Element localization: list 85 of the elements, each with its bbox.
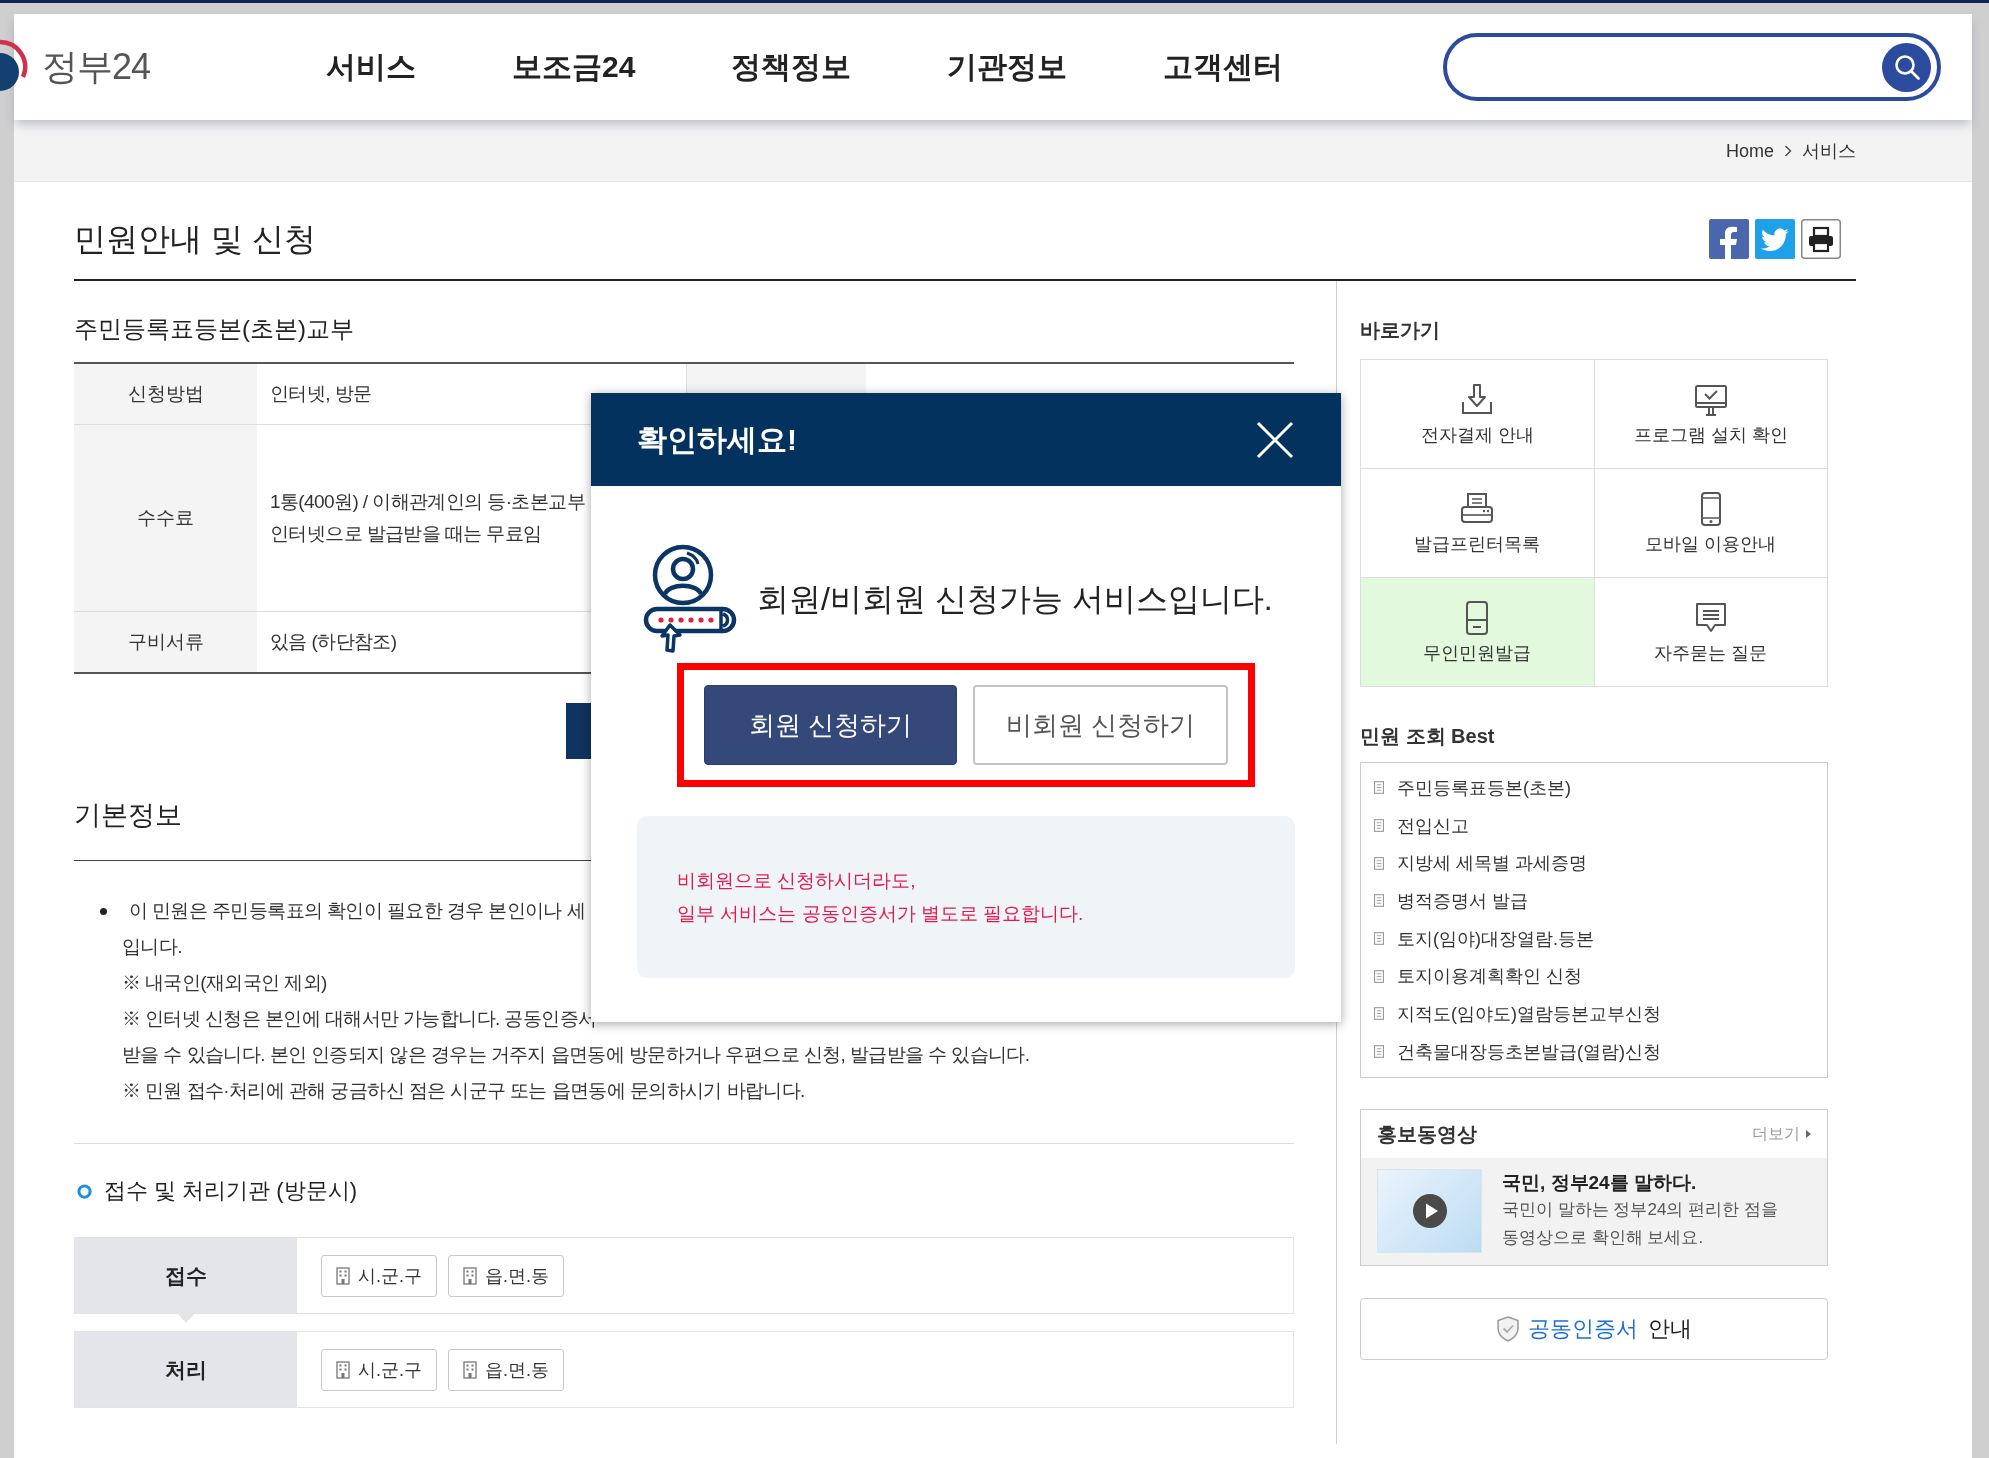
document-icon bbox=[1374, 932, 1384, 946]
quick-link[interactable]: 발급프린터목록 bbox=[1361, 469, 1594, 577]
info-text: 입니다. bbox=[122, 935, 182, 959]
office-button[interactable]: 시.군.구 bbox=[321, 1254, 437, 1297]
building-icon bbox=[336, 1360, 350, 1379]
list-link[interactable]: 병적증명서 발급 bbox=[1361, 882, 1827, 920]
office-button[interactable]: 읍.면.동 bbox=[448, 1348, 565, 1391]
document-icon bbox=[1374, 969, 1384, 983]
building-icon bbox=[336, 1266, 350, 1285]
table-label-cell: 처리 bbox=[75, 1332, 297, 1407]
notice-text: 비회원으로 신청하시더라도, 일부 서비스는 공동인증서가 별도로 필요합니다. bbox=[677, 869, 1084, 926]
page-title: 민원안내 및 신청 bbox=[74, 220, 316, 259]
twitter-icon[interactable] bbox=[1755, 219, 1795, 259]
table-label-cell: 접수 bbox=[75, 1238, 297, 1313]
list-link[interactable]: 지적도(임야도)열람등본교부신청 bbox=[1361, 995, 1827, 1033]
list-link[interactable]: 주민등록표등본(초본) bbox=[1361, 769, 1827, 807]
table-cell-text: 인터넷으로 발급받을 때는 무료임 bbox=[270, 522, 542, 546]
list-link[interactable]: 전입신고 bbox=[1361, 806, 1827, 845]
button-edge bbox=[566, 703, 591, 759]
info-text: ※ 인터넷 신청은 본인에 대해서만 가능합니다. 공동인증서 bbox=[122, 1007, 597, 1031]
section-title: 주민등록표등본(초본)교부 bbox=[74, 314, 354, 344]
nav-link[interactable]: 서비스 bbox=[326, 47, 417, 87]
office-button[interactable]: 시.군.구 bbox=[321, 1348, 437, 1391]
play-icon[interactable] bbox=[1412, 1194, 1447, 1228]
certificate-guide-button[interactable]: 공동인증서 안내 bbox=[1360, 1297, 1828, 1360]
shield-icon bbox=[1496, 1315, 1520, 1342]
table-label-cell: 구비서류 bbox=[74, 612, 257, 672]
video-headline: 국민, 정부24를 말하다. bbox=[1502, 1171, 1697, 1195]
table-label-cell: 수수료 bbox=[74, 425, 257, 611]
section-title: 바로가기 bbox=[1360, 318, 1440, 343]
panel-title: 홍보동영상 bbox=[1377, 1121, 1477, 1147]
nav-link[interactable]: 기관정보 bbox=[947, 47, 1068, 87]
facebook-icon[interactable] bbox=[1709, 219, 1749, 259]
table-cell-text: 인터넷, 방문 bbox=[270, 382, 372, 406]
document-icon bbox=[1374, 819, 1384, 833]
close-icon bbox=[1256, 420, 1294, 459]
document-icon bbox=[1374, 1045, 1384, 1059]
section-title: 민원 조회 Best bbox=[1360, 724, 1495, 749]
office-button[interactable]: 읍.면.동 bbox=[448, 1254, 565, 1297]
info-text: ※ 민원 접수·처리에 관해 궁금하신 점은 시군구 또는 읍면동에 문의하시기 바랍니다. bbox=[122, 1079, 805, 1103]
monitor-check-icon bbox=[1692, 382, 1729, 418]
nav-link[interactable]: 고객센터 bbox=[1163, 47, 1284, 87]
caret-icon bbox=[1806, 1129, 1811, 1138]
info-text: 받을 수 있습니다. 본인 인증되지 않은 경우는 거주지 읍면동에 방문하거나 우편으로 신청, 발급받을 수 있습니다. bbox=[122, 1043, 1030, 1067]
building-icon bbox=[463, 1266, 477, 1285]
close-button[interactable] bbox=[1256, 420, 1294, 459]
quick-link[interactable]: 무인민원발급 bbox=[1361, 578, 1594, 686]
video-description: 국민이 말하는 정부24의 편리한 점을 동영상으로 확인해 보세요. bbox=[1502, 1199, 1779, 1249]
table-cell-text: 1통(400원) / 이해관계인의 등·초본교부 bbox=[270, 490, 585, 514]
list-link[interactable]: 지방세 세목별 과세증명 bbox=[1361, 844, 1827, 883]
apply-button[interactable]: 회원 신청하기 bbox=[704, 685, 957, 765]
quick-link[interactable]: 자주묻는 질문 bbox=[1594, 578, 1827, 686]
user-login-icon bbox=[643, 543, 738, 655]
quick-link[interactable]: 프로그램 설치 확인 bbox=[1594, 360, 1827, 468]
video-thumbnail[interactable] bbox=[1377, 1169, 1482, 1253]
breadcrumb-link[interactable]: 서비스 bbox=[1802, 138, 1856, 163]
search-button[interactable] bbox=[1882, 42, 1931, 92]
apply-button[interactable]: 비회원 신청하기 bbox=[973, 685, 1228, 765]
building-icon bbox=[463, 1360, 477, 1379]
section-title: 접수 및 처리기관 (방문시) bbox=[104, 1177, 357, 1205]
document-icon bbox=[1374, 856, 1384, 870]
quick-link[interactable]: 전자결제 안내 bbox=[1361, 360, 1594, 468]
table-cell-text: 있음 (하단참조) bbox=[270, 630, 397, 654]
dialog-title: 확인하세요! bbox=[637, 421, 797, 458]
dialog-message: 회원/비회원 신청가능 서비스입니다. bbox=[757, 580, 1273, 619]
quick-link[interactable]: 모바일 이용안내 bbox=[1594, 469, 1827, 577]
chevron-icon bbox=[1784, 144, 1792, 157]
ring-icon bbox=[77, 1183, 92, 1199]
document-icon bbox=[1374, 894, 1384, 908]
list-link[interactable]: 토지이용계획확인 신청 bbox=[1361, 957, 1827, 996]
document-icon bbox=[1374, 1007, 1384, 1021]
table-label-cell: 신청방법 bbox=[74, 364, 257, 424]
nav-link[interactable]: 정책정보 bbox=[731, 47, 852, 87]
print-icon[interactable] bbox=[1801, 219, 1841, 259]
document-icon bbox=[1374, 781, 1384, 795]
section-title: 기본정보 bbox=[74, 799, 182, 832]
breadcrumb-link[interactable]: Home bbox=[1726, 138, 1774, 163]
search-icon bbox=[1892, 53, 1921, 81]
list-link[interactable]: 건축물대장등초본발급(열람)신청 bbox=[1361, 1032, 1827, 1071]
nav-link[interactable]: 보조금24 bbox=[512, 47, 636, 87]
bullet-icon bbox=[100, 907, 107, 915]
info-text: 이 민원은 주민등록표의 확인이 필요한 경우 본인이나 세 bbox=[129, 899, 585, 923]
site-logo-text[interactable]: 정부24 bbox=[42, 45, 151, 89]
list-link[interactable]: 토지(임야)대장열람.등본 bbox=[1361, 919, 1827, 958]
info-text: ※ 내국인(재외국인 제외) bbox=[122, 971, 327, 995]
